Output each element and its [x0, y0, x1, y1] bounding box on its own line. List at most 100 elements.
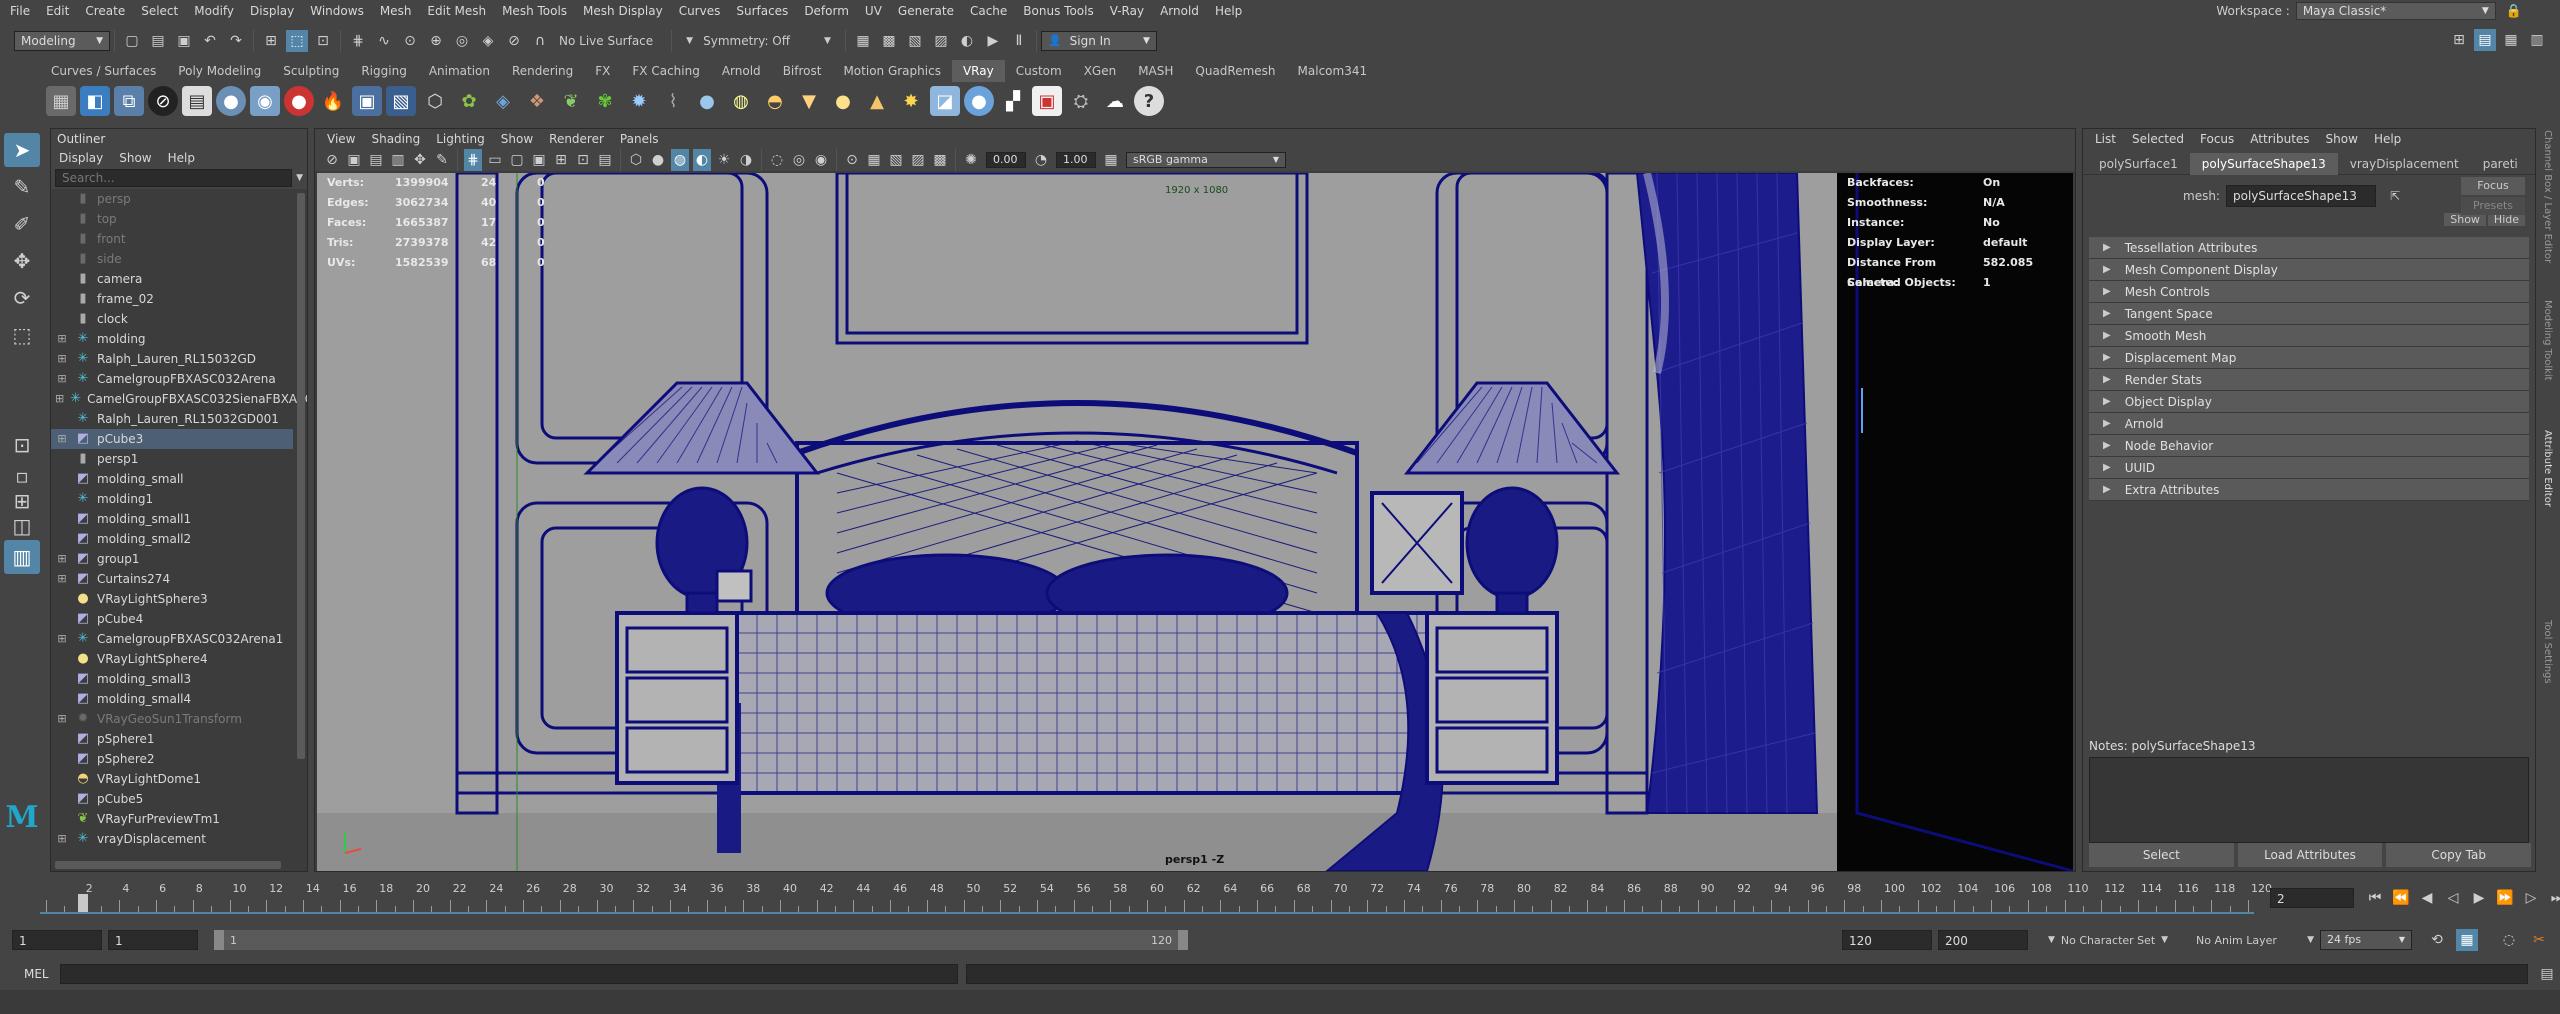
- modeling-toolkit-icon[interactable]: ⊞: [2448, 29, 2470, 51]
- menu-help[interactable]: Help: [1207, 4, 1250, 18]
- vray-logo-icon[interactable]: ⊘: [148, 86, 178, 116]
- outliner-item[interactable]: ❦ VRayFurPreviewTm1: [51, 809, 293, 829]
- side-tab-attribute-editor[interactable]: Attribute Editor: [2542, 430, 2553, 507]
- outliner-item[interactable]: ▮ front: [51, 229, 293, 249]
- textured-icon[interactable]: ◐: [693, 149, 711, 171]
- anim-layer-select[interactable]: No Anim Layer ▼: [2196, 930, 2314, 950]
- copy-tab-button[interactable]: Copy Tab: [2386, 843, 2532, 867]
- vray-proxy-icon[interactable]: ◈: [488, 86, 518, 116]
- cache-playback-icon[interactable]: ▦: [2456, 929, 2478, 951]
- shelf-tab-rigging[interactable]: Rigging: [350, 60, 417, 82]
- play-forward-icon[interactable]: ▶: [2468, 887, 2490, 909]
- shelf-tab-fx-caching[interactable]: FX Caching: [621, 60, 710, 82]
- shelf-tab-motion-graphics[interactable]: Motion Graphics: [832, 60, 952, 82]
- expand-icon[interactable]: ⊞: [55, 712, 69, 726]
- workspace-select[interactable]: Maya Classic* ▼: [2295, 2, 2496, 20]
- notes-textarea[interactable]: [2089, 757, 2529, 843]
- hypershade-icon[interactable]: ◐: [956, 30, 978, 52]
- shelf-tab-vray[interactable]: VRay: [951, 60, 1005, 82]
- ae-tab-vraydisplacement[interactable]: vrayDisplacement: [2338, 153, 2471, 175]
- last-tool-icon[interactable]: ⊡: [4, 428, 40, 462]
- section-displacement-map[interactable]: ▶ Displacement Map: [2089, 347, 2529, 369]
- snap-center-icon[interactable]: ◈: [477, 30, 499, 52]
- viewport-menu-show[interactable]: Show: [493, 132, 541, 146]
- layout-two-icon[interactable]: ◫: [4, 514, 40, 538]
- symmetry-select[interactable]: ▼ Symmetry: Off ▼: [686, 34, 831, 48]
- vray-fur-icon[interactable]: ✿: [454, 86, 484, 116]
- section-uuid[interactable]: ▶ UUID: [2089, 457, 2529, 479]
- paint-select-icon[interactable]: ✐: [4, 207, 40, 241]
- menu-surfaces[interactable]: Surfaces: [728, 4, 796, 18]
- shelf-tab-bifrost[interactable]: Bifrost: [772, 60, 833, 82]
- use-lights-icon[interactable]: ☀: [715, 149, 733, 171]
- menu-create[interactable]: Create: [77, 4, 133, 18]
- vray-material-icon[interactable]: ◧: [80, 86, 110, 116]
- vray-clipper-icon[interactable]: ⬡: [420, 86, 450, 116]
- vray-doc-icon[interactable]: ▤: [182, 86, 212, 116]
- isolate-select-icon[interactable]: ⊙: [843, 149, 861, 171]
- ae-menu-selected[interactable]: Selected: [2124, 132, 2192, 146]
- camera-attr-icon[interactable]: ▣: [345, 149, 363, 171]
- vray-sun-icon[interactable]: ✸: [896, 86, 926, 116]
- menu-bonus-tools[interactable]: Bonus Tools: [1015, 4, 1101, 18]
- section-mesh-component-display[interactable]: ▶ Mesh Component Display: [2089, 259, 2529, 281]
- shadows-icon[interactable]: ◑: [737, 149, 755, 171]
- outliner-item[interactable]: ▮ camera: [51, 269, 293, 289]
- vray-checker-icon[interactable]: ▞: [998, 86, 1028, 116]
- ssao-icon[interactable]: ▦: [865, 149, 883, 171]
- menu-edit-mesh[interactable]: Edit Mesh: [419, 4, 494, 18]
- outliner-item[interactable]: ✳ Ralph_Lauren_RL15032GD001: [51, 409, 293, 429]
- viewport-menu-lighting[interactable]: Lighting: [428, 132, 493, 146]
- vray-ipr-icon[interactable]: Ⅱ: [1008, 30, 1030, 52]
- outliner-search-input[interactable]: [55, 169, 293, 187]
- range-start-handle[interactable]: [214, 930, 224, 950]
- lock-icon[interactable]: 🔒: [2506, 4, 2522, 19]
- section-extra-attributes[interactable]: ▶ Extra Attributes: [2089, 479, 2529, 501]
- viewport-canvas[interactable]: Verts: 1399904 24 0 Edges: 3062734 40 0 Faces: 16…: [317, 173, 2073, 871]
- auto-key-icon[interactable]: ◌: [2498, 929, 2520, 951]
- exposure-field[interactable]: 0.00: [986, 152, 1026, 168]
- vray-asset-editor-icon[interactable]: ▦: [46, 86, 76, 116]
- time-slider[interactable]: 2 4 6 8 10 12 14 16 18 20 22 24 26 28 30 32 34 36 38 40 42 44…: [40, 880, 2272, 914]
- outliner-item[interactable]: ▮ persp: [51, 189, 293, 209]
- xray-icon[interactable]: ◌: [768, 149, 786, 171]
- wireframe-icon[interactable]: ⬡: [627, 149, 645, 171]
- outliner-item[interactable]: ◩ pSphere1: [51, 729, 293, 749]
- select-object-icon[interactable]: ⬚: [286, 30, 308, 52]
- menu-display[interactable]: Display: [242, 4, 302, 18]
- vray-sphere-icon[interactable]: ●: [216, 86, 246, 116]
- ae-menu-show[interactable]: Show: [2318, 132, 2366, 146]
- vray-grass-icon[interactable]: ❦: [556, 86, 586, 116]
- outliner-item[interactable]: ⊞ ◩ pCube3: [51, 429, 293, 449]
- go-to-end-icon[interactable]: ⏭: [2546, 887, 2560, 909]
- step-forward-icon[interactable]: ⏩: [2494, 887, 2516, 909]
- select-component-icon[interactable]: ⊡: [312, 30, 334, 52]
- vray-box-icon[interactable]: ⧉: [114, 86, 144, 116]
- start-time-field[interactable]: 1: [12, 930, 102, 950]
- current-frame-field[interactable]: 2: [2270, 888, 2354, 908]
- range-end-handle[interactable]: [1178, 930, 1188, 950]
- help-icon[interactable]: ?: [1134, 86, 1164, 116]
- section-node-behavior[interactable]: ▶ Node Behavior: [2089, 435, 2529, 457]
- side-tab-channel-box-layer-editor[interactable]: Channel Box / Layer Editor: [2542, 130, 2553, 263]
- live-magnet-icon[interactable]: ∩: [529, 30, 551, 52]
- outliner-item[interactable]: ▮ frame_02: [51, 289, 293, 309]
- vray-render-elements-icon[interactable]: ◉: [250, 86, 280, 116]
- mode-select[interactable]: Modeling ▼: [14, 31, 110, 51]
- bookmark-icon[interactable]: ▤: [367, 149, 385, 171]
- menu-mesh[interactable]: Mesh: [372, 4, 420, 18]
- render-history-icon[interactable]: ▦: [852, 30, 874, 52]
- snap-curve-icon[interactable]: ∿: [373, 30, 395, 52]
- xray-components-icon[interactable]: ◉: [812, 149, 830, 171]
- color-management-icon[interactable]: ▦: [1102, 149, 1120, 171]
- layout-outliner-icon[interactable]: ▥: [4, 540, 40, 574]
- outliner-item[interactable]: ◩ pCube4: [51, 609, 293, 629]
- wireframe-on-shaded-icon[interactable]: ◍: [671, 149, 689, 171]
- vray-mesh-light-icon[interactable]: ●: [964, 86, 994, 116]
- focus-button[interactable]: Focus: [2461, 177, 2525, 195]
- expand-icon[interactable]: ⊞: [55, 432, 69, 446]
- layout-single-icon[interactable]: ▫: [4, 464, 40, 488]
- menu-mesh-display[interactable]: Mesh Display: [575, 4, 671, 18]
- outliner-item[interactable]: ● VRayLightSphere4: [51, 649, 293, 669]
- ae-tab-pareti[interactable]: pareti: [2471, 153, 2530, 175]
